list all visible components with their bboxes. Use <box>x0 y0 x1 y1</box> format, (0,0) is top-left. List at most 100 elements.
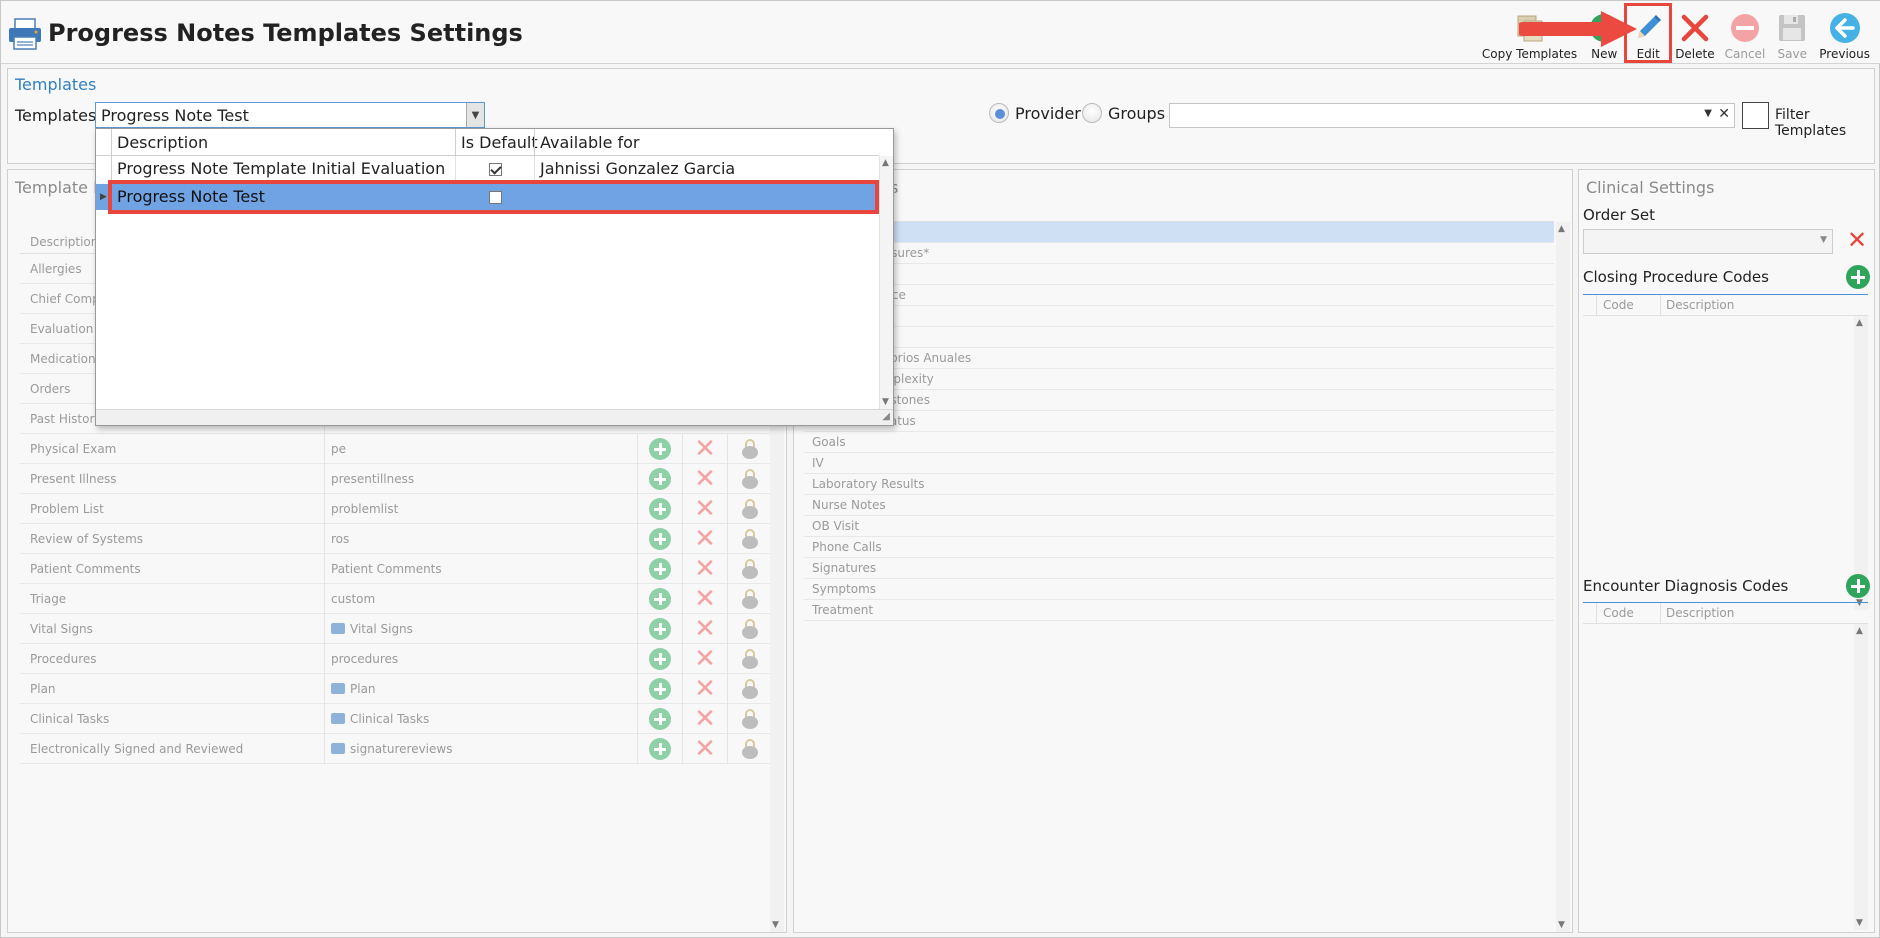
table-row[interactable]: Review of Systems ros ✕ <box>20 524 772 554</box>
add-item-button[interactable] <box>637 524 682 554</box>
add-item-button[interactable] <box>637 644 682 674</box>
add-item-button[interactable] <box>637 584 682 614</box>
table-row[interactable]: Electronically Signed and Reviewed signat… <box>20 734 772 764</box>
scroll-down-icon[interactable]: ▼ <box>772 920 779 930</box>
popup-is-default-header[interactable]: Is Default <box>455 129 538 156</box>
edit-button[interactable]: Edit <box>1624 3 1673 63</box>
provider-radio[interactable]: Provider <box>989 103 1081 123</box>
list-item[interactable]: Complexity <box>804 369 1554 390</box>
list-item[interactable]: OB Visit <box>804 516 1554 537</box>
table-row[interactable]: Patient Comments Patient Comments ✕ <box>20 554 772 584</box>
popup-resize-footer[interactable]: ◢ <box>96 409 893 425</box>
scroll-up-icon[interactable]: ▲ <box>1856 626 1863 636</box>
list-item[interactable]: Milestones <box>804 390 1554 411</box>
provider-filter-combo[interactable]: ▼ ✕ <box>1169 103 1735 128</box>
remove-item-button[interactable]: ✕ <box>682 554 727 584</box>
list-item[interactable]: Nurse Notes <box>804 495 1554 516</box>
mid-scrollbar[interactable]: ▲ ▼ <box>1556 222 1570 932</box>
table-row[interactable]: Physical Exam pe ✕ <box>20 434 772 464</box>
list-item[interactable]: idance <box>804 285 1554 306</box>
list-item[interactable]: Signatures <box>804 558 1554 579</box>
add-encounter-diagnosis-icon[interactable] <box>1846 574 1870 598</box>
remove-item-button[interactable]: ✕ <box>682 644 727 674</box>
lock-item-button[interactable] <box>727 464 772 494</box>
lock-item-button[interactable] <box>727 524 772 554</box>
remove-item-button[interactable]: ✕ <box>682 524 727 554</box>
lock-item-button[interactable] <box>727 494 772 524</box>
table-row[interactable]: Plan Plan ✕ <box>20 674 772 704</box>
popup-description-header[interactable]: Description <box>117 133 208 152</box>
new-button[interactable]: New <box>1582 5 1626 61</box>
previous-button[interactable]: Previous <box>1814 5 1875 61</box>
closing-scrollbar[interactable]: ▲ ▼ <box>1854 316 1868 610</box>
order-set-dropdown[interactable]: ▼ <box>1583 229 1833 254</box>
chevron-down-icon[interactable]: ▼ <box>1704 108 1712 119</box>
list-item[interactable]: tes <box>804 222 1554 243</box>
popup-row[interactable]: Progress Note Template Initial Evaluatio… <box>96 156 879 182</box>
filter-templates-checkbox[interactable] <box>1742 102 1769 129</box>
scroll-down-icon[interactable]: ▼ <box>882 397 889 407</box>
list-item[interactable]: Functional Status <box>804 411 1554 432</box>
scroll-up-icon[interactable]: ▲ <box>1558 224 1565 234</box>
remove-item-button[interactable]: ✕ <box>682 464 727 494</box>
lock-item-button[interactable] <box>727 704 772 734</box>
lock-item-button[interactable] <box>727 434 772 464</box>
add-item-button[interactable] <box>637 614 682 644</box>
encounter-scrollbar[interactable]: ▲ ▼ <box>1854 624 1868 930</box>
add-closing-procedure-icon[interactable] <box>1846 265 1870 289</box>
save-button[interactable]: Save <box>1770 5 1814 61</box>
remove-item-button[interactable]: ✕ <box>682 674 727 704</box>
add-item-button[interactable] <box>637 674 682 704</box>
remove-item-button[interactable]: ✕ <box>682 494 727 524</box>
groups-radio[interactable]: Groups <box>1082 103 1165 123</box>
clear-icon[interactable]: ✕ <box>1718 106 1730 122</box>
scroll-down-icon[interactable]: ▼ <box>1558 920 1565 930</box>
add-item-button[interactable] <box>637 554 682 584</box>
list-item[interactable]: oratorios Anuales <box>804 348 1554 369</box>
lock-item-button[interactable] <box>727 554 772 584</box>
lock-item-button[interactable] <box>727 734 772 764</box>
list-item[interactable]: IV <box>804 453 1554 474</box>
scroll-down-icon[interactable]: ▼ <box>1856 918 1863 928</box>
chevron-down-icon[interactable]: ▼ <box>1820 235 1827 245</box>
add-item-button[interactable] <box>637 434 682 464</box>
lock-item-button[interactable] <box>727 674 772 704</box>
list-item[interactable] <box>804 327 1554 348</box>
resize-grip-icon[interactable]: ◢ <box>882 411 890 422</box>
list-item[interactable]: Symptoms <box>804 579 1554 600</box>
add-item-button[interactable] <box>637 464 682 494</box>
list-item[interactable]: ges <box>804 264 1554 285</box>
popup-available-for-header[interactable]: Available for <box>534 129 879 156</box>
lock-item-button[interactable] <box>727 614 772 644</box>
popup-row-selected[interactable]: ▶ Progress Note Test <box>96 184 879 210</box>
delete-button[interactable]: Delete <box>1670 5 1719 61</box>
chevron-down-icon[interactable]: ▼ <box>466 103 484 127</box>
list-item[interactable]: Measures* <box>804 243 1554 264</box>
remove-item-button[interactable]: ✕ <box>682 734 727 764</box>
popup-scrollbar[interactable]: ▲ ▼ <box>879 156 893 409</box>
remove-item-button[interactable]: ✕ <box>682 704 727 734</box>
list-item[interactable]: Phone Calls <box>804 537 1554 558</box>
table-row[interactable]: Vital Signs Vital Signs ✕ <box>20 614 772 644</box>
scroll-up-icon[interactable]: ▲ <box>1856 318 1863 328</box>
cancel-button[interactable]: Cancel <box>1720 5 1771 61</box>
table-row[interactable]: Procedures procedures ✕ <box>20 644 772 674</box>
table-row[interactable]: Problem List problemlist ✕ <box>20 494 772 524</box>
lock-item-button[interactable] <box>727 584 772 614</box>
add-item-button[interactable] <box>637 704 682 734</box>
templates-dropdown[interactable]: Progress Note Test ▼ <box>95 102 485 128</box>
list-item[interactable] <box>804 306 1554 327</box>
table-row[interactable]: Triage custom ✕ <box>20 584 772 614</box>
remove-item-button[interactable]: ✕ <box>682 584 727 614</box>
remove-item-button[interactable]: ✕ <box>682 434 727 464</box>
copy-templates-button[interactable]: Copy Templates <box>1477 5 1582 61</box>
list-item[interactable]: Treatment <box>804 600 1554 621</box>
add-item-button[interactable] <box>637 734 682 764</box>
table-row[interactable]: Clinical Tasks Clinical Tasks ✕ <box>20 704 772 734</box>
list-item[interactable]: Laboratory Results <box>804 474 1554 495</box>
table-row[interactable]: Present Illness presentillness ✕ <box>20 464 772 494</box>
add-item-button[interactable] <box>637 494 682 524</box>
scroll-up-icon[interactable]: ▲ <box>882 158 889 168</box>
clear-order-set-icon[interactable]: ✕ <box>1847 228 1867 252</box>
remove-item-button[interactable]: ✕ <box>682 614 727 644</box>
